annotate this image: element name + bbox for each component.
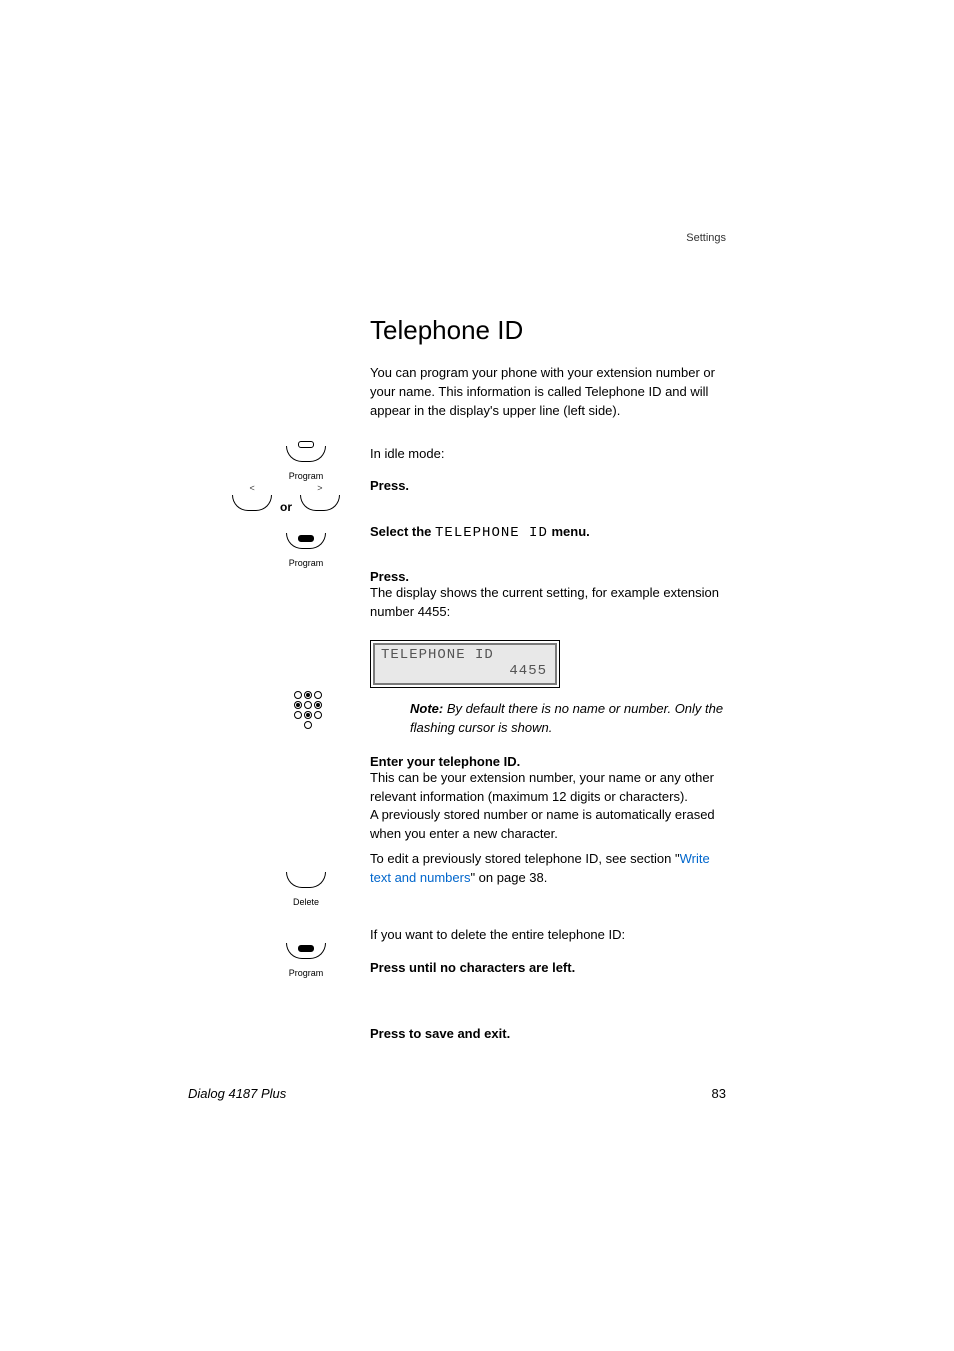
icon-caption: Program [276,968,336,978]
icon-caption: Program [276,558,336,568]
button-icon [286,533,326,549]
step-label: Press. [370,478,409,493]
keypad-icon [283,690,333,735]
intro-paragraph: You can program your phone with your ext… [370,364,726,421]
right-button-icon [300,495,340,511]
step-label: Press until no characters are left. [370,960,575,975]
step-save: Press to save and exit. [370,1025,726,1043]
step-edit-link-line: To edit a previously stored telephone ID… [370,850,726,888]
step-desc-1: This can be your extension number, your … [370,769,726,807]
step-desc-2: A previously stored number or name is au… [370,806,726,844]
header-section-label: Settings [686,232,726,244]
display-line-1: TELEPHONE ID [381,647,494,663]
note-block: Note: By default there is no name or num… [410,700,726,738]
phone-display-inner: TELEPHONE ID 4455 [373,643,557,685]
note-label: Note: [410,701,443,716]
page-title: Telephone ID [370,315,726,346]
arrow-buttons-icon: < or > [206,495,366,516]
step-select-menu: Select the TELEPHONE ID menu. [370,523,726,541]
button-icon [286,446,326,462]
footer-page-number: 83 [712,1086,726,1101]
step-press-2: Press. The display shows the current set… [370,569,726,622]
program-button-icon-1: Program [276,446,336,481]
or-separator: or [280,500,292,514]
main-content: Telephone ID You can program your phone … [370,315,726,1061]
page-footer: Dialog 4187 Plus 83 [188,1086,726,1101]
left-button-icon [232,495,272,511]
program-button-icon-3: Program [276,943,336,978]
step-press-1: Press. [370,477,726,495]
menu-name-mono: TELEPHONE ID [435,525,548,541]
icon-caption: Delete [276,897,336,907]
button-icon [286,872,326,888]
keypad-grid [293,690,323,730]
step-label: Press to save and exit. [370,1026,510,1041]
delete-button-icon: Delete [276,872,336,907]
right-arrow-label: > [317,483,322,493]
step-label: Press. [370,569,726,584]
display-line-2: 4455 [509,663,547,679]
step-label-prefix: Select the [370,524,435,539]
button-icon [286,943,326,959]
phone-display: TELEPHONE ID 4455 [370,640,560,688]
icon-caption: Program [276,471,336,481]
step-desc: The display shows the current setting, f… [370,584,726,622]
step-label-suffix: menu. [548,524,590,539]
edit-prefix: To edit a previously stored telephone ID… [370,851,680,866]
note-text: By default there is no name or number. O… [410,701,723,735]
page-container: Settings Program < or > Program [0,0,954,1351]
program-button-icon-2: Program [276,533,336,568]
step-delete: Press until no characters are left. [370,959,726,977]
footer-model: Dialog 4187 Plus [188,1086,286,1101]
left-arrow-label: < [250,483,255,493]
step-label: Enter your telephone ID. [370,754,726,769]
step-enter-id: Enter your telephone ID. This can be you… [370,754,726,888]
edit-suffix: " on page 38. [470,870,547,885]
idle-mode-text: In idle mode: [370,445,726,464]
delete-intro: If you want to delete the entire telepho… [370,926,726,945]
